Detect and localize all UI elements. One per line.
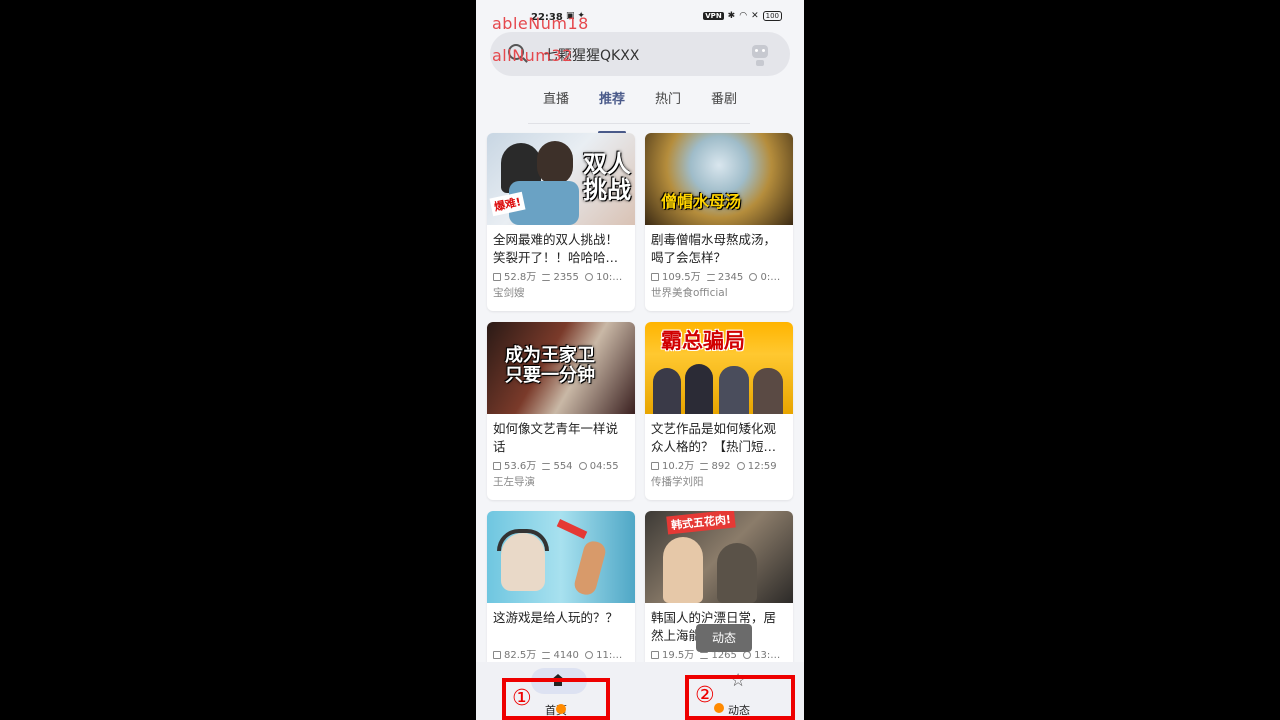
view-count: 52.8万 bbox=[504, 272, 537, 283]
top-tabs: 直播 推荐 热门 番剧 bbox=[528, 90, 752, 134]
play-count-icon bbox=[651, 462, 659, 470]
duration-icon bbox=[578, 462, 587, 470]
thumbnail-caption: 双人 挑战 bbox=[583, 150, 631, 205]
video-thumbnail[interactable]: 霸总骗局 bbox=[645, 322, 793, 414]
tab-hot[interactable]: 热门 bbox=[640, 90, 696, 124]
play-count-icon bbox=[493, 273, 501, 281]
play-count-icon bbox=[651, 273, 659, 281]
danmaku-count: 892 bbox=[711, 461, 731, 472]
view-count: 10.2万 bbox=[662, 461, 695, 472]
video-card[interactable]: 霸总骗局 文艺作品是如何矮化观众人格的？【热门短… 10.2万 892 12:5… bbox=[645, 322, 793, 500]
video-stats: 53.6万 554 04:55 bbox=[493, 457, 631, 472]
danmaku-count: 2355 bbox=[553, 272, 579, 283]
danmaku-count: 554 bbox=[553, 461, 573, 472]
video-title[interactable]: 全网最难的双人挑战！笑裂开了！！哈哈哈… bbox=[493, 231, 629, 267]
wifi-icon: ◠ bbox=[739, 11, 748, 21]
annotation-box-2: ② bbox=[685, 675, 795, 720]
thumbnail-caption: 韩式五花肉! bbox=[666, 511, 736, 535]
danmaku-count: 4140 bbox=[553, 650, 579, 661]
video-duration: 04:55 bbox=[589, 461, 619, 472]
video-duration: 11:… bbox=[596, 650, 623, 661]
tab-live[interactable]: 直播 bbox=[528, 90, 584, 124]
annotation-number-2: ② bbox=[695, 683, 715, 708]
video-card[interactable]: 成为王家卫 只要一分钟 如何像文艺青年一样说话 53.6万 554 04:55 … bbox=[487, 322, 635, 500]
video-author[interactable]: 传播学刘阳 bbox=[651, 474, 704, 489]
battery-icon: 100 bbox=[762, 11, 782, 21]
view-count: 53.6万 bbox=[504, 461, 537, 472]
video-duration: 12:59 bbox=[747, 461, 777, 472]
danmaku-icon bbox=[700, 652, 709, 659]
video-stats: 109.5万 2345 0:… bbox=[651, 268, 789, 283]
status-right-icons: VPN ✱ ◠ ✕ 100 bbox=[703, 11, 782, 21]
annotation-box-1: ① bbox=[502, 678, 610, 720]
tab-anime[interactable]: 番剧 bbox=[696, 90, 752, 124]
debug-label-enable-num: ableNum18 bbox=[492, 14, 589, 33]
video-stats: 82.5万 4140 11:… bbox=[493, 646, 631, 661]
phone-screen: 22:38 ▣ ✦ VPN ✱ ◠ ✕ 100 七颗猩猩QKXX ableNum… bbox=[476, 0, 804, 720]
video-stats: 52.8万 2355 10:… bbox=[493, 268, 631, 283]
video-title[interactable]: 如何像文艺青年一样说话 bbox=[493, 420, 629, 456]
video-thumbnail[interactable]: 韩式五花肉! bbox=[645, 511, 793, 603]
play-count-icon bbox=[493, 651, 501, 659]
video-card[interactable]: 双人 挑战 爆难! 全网最难的双人挑战！笑裂开了！！哈哈哈… 52.8万 235… bbox=[487, 133, 635, 311]
view-count: 109.5万 bbox=[662, 272, 701, 283]
tap-marker-dot bbox=[714, 703, 724, 713]
duration-icon bbox=[749, 273, 758, 281]
danmaku-icon bbox=[542, 274, 551, 281]
duration-icon bbox=[585, 651, 594, 659]
danmaku-icon bbox=[706, 274, 715, 281]
video-thumbnail[interactable]: 成为王家卫 只要一分钟 bbox=[487, 322, 635, 414]
tab-recommend[interactable]: 推荐 bbox=[584, 90, 640, 134]
video-duration: 13:… bbox=[754, 650, 781, 661]
play-count-icon bbox=[493, 462, 501, 470]
duration-icon bbox=[743, 651, 752, 659]
vpn-icon: VPN bbox=[703, 12, 724, 20]
video-duration: 0:… bbox=[760, 272, 781, 283]
tap-marker-dot bbox=[556, 704, 566, 714]
bluetooth-icon: ✱ bbox=[727, 11, 736, 21]
tooltip-toast: 动态 bbox=[696, 624, 752, 652]
debug-label-all-num: allNum32 bbox=[492, 46, 573, 65]
danmaku-icon bbox=[700, 463, 709, 470]
view-count: 82.5万 bbox=[504, 650, 537, 661]
danmaku-count: 2345 bbox=[717, 272, 744, 283]
video-author[interactable]: 世界美食official bbox=[651, 285, 728, 300]
annotation-number-1: ① bbox=[512, 686, 532, 711]
video-stats: 10.2万 892 12:59 bbox=[651, 457, 789, 472]
video-thumbnail[interactable]: 双人 挑战 爆难! bbox=[487, 133, 635, 225]
view-count: 19.5万 bbox=[662, 650, 695, 661]
duration-icon bbox=[736, 462, 745, 470]
duration-icon bbox=[585, 273, 594, 281]
video-author[interactable]: 宝剑嫂 bbox=[493, 285, 525, 300]
no-sim-icon: ✕ bbox=[751, 11, 759, 21]
thumbnail-caption: 僧帽水母汤 bbox=[661, 192, 742, 211]
video-duration: 10:… bbox=[596, 272, 623, 283]
thumbnail-caption: 成为王家卫 只要一分钟 bbox=[505, 345, 595, 386]
play-count-icon bbox=[651, 651, 659, 659]
tabs-divider bbox=[528, 123, 750, 124]
video-card[interactable]: 僧帽水母汤 剧毒僧帽水母熬成汤，喝了会怎样？ 109.5万 2345 0:… 世… bbox=[645, 133, 793, 311]
video-title[interactable]: 这游戏是给人玩的？？ bbox=[493, 609, 629, 645]
thumbnail-caption: 霸总骗局 bbox=[661, 329, 745, 353]
video-author[interactable]: 王左导演 bbox=[493, 474, 535, 489]
video-title[interactable]: 剧毒僧帽水母熬成汤，喝了会怎样？ bbox=[651, 231, 787, 267]
video-thumbnail[interactable] bbox=[487, 511, 635, 603]
danmaku-icon bbox=[542, 652, 551, 659]
danmaku-icon bbox=[542, 463, 551, 470]
bilibili-robot-icon[interactable] bbox=[752, 45, 768, 66]
video-thumbnail[interactable]: 僧帽水母汤 bbox=[645, 133, 793, 225]
video-title[interactable]: 文艺作品是如何矮化观众人格的？【热门短… bbox=[651, 420, 787, 456]
